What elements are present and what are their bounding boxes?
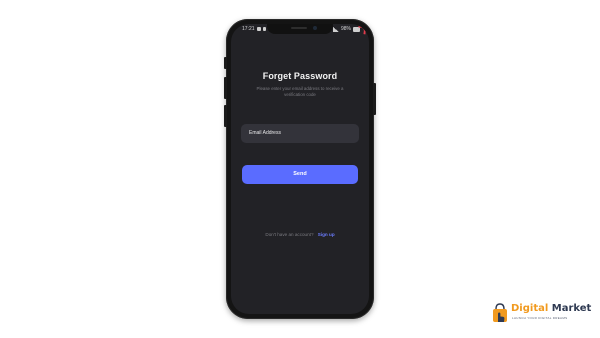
status-cast-icon bbox=[262, 27, 266, 31]
page-subtitle: Please enter your email address to recei… bbox=[256, 86, 344, 97]
corner-indicator bbox=[357, 25, 367, 35]
signup-row: Don't have an account? Sign up bbox=[231, 232, 369, 237]
brand-tagline: LAUNCH YOUR DIGITAL DREAMS bbox=[512, 316, 568, 320]
shopping-bag-icon bbox=[493, 303, 507, 322]
signup-prompt: Don't have an account? bbox=[265, 232, 314, 237]
status-time: 17:21 bbox=[242, 26, 255, 32]
notch bbox=[267, 24, 333, 34]
brand-name-part2: Market bbox=[551, 303, 592, 314]
volume-up-button bbox=[224, 77, 227, 99]
brand-logo: Digital Market LAUNCH YOUR DIGITAL DREAM… bbox=[491, 301, 591, 327]
phone-frame: 17:21 98% Forget Password Please enter y… bbox=[224, 19, 376, 319]
page-title: Forget Password bbox=[262, 71, 338, 81]
mute-switch bbox=[224, 57, 227, 69]
speaker-grille bbox=[291, 27, 307, 29]
signal-icon bbox=[332, 26, 339, 32]
app-screen: 17:21 98% Forget Password Please enter y… bbox=[231, 24, 369, 314]
status-right: 98% bbox=[332, 24, 360, 34]
front-camera-icon bbox=[313, 26, 317, 30]
brand-name-part1: Digital bbox=[511, 303, 549, 314]
send-button[interactable]: Send bbox=[242, 165, 358, 184]
stage: 17:21 98% Forget Password Please enter y… bbox=[0, 0, 600, 338]
status-photo-icon bbox=[256, 27, 261, 31]
email-field[interactable]: Email Address bbox=[241, 124, 359, 143]
power-button bbox=[373, 83, 376, 115]
brand-name: Digital Market bbox=[511, 303, 591, 314]
volume-down-button bbox=[224, 105, 227, 127]
battery-percent: 98% bbox=[340, 26, 351, 32]
email-field-placeholder: Email Address bbox=[249, 130, 281, 136]
status-left: 17:21 bbox=[242, 24, 266, 34]
signup-link[interactable]: Sign up bbox=[318, 232, 335, 237]
